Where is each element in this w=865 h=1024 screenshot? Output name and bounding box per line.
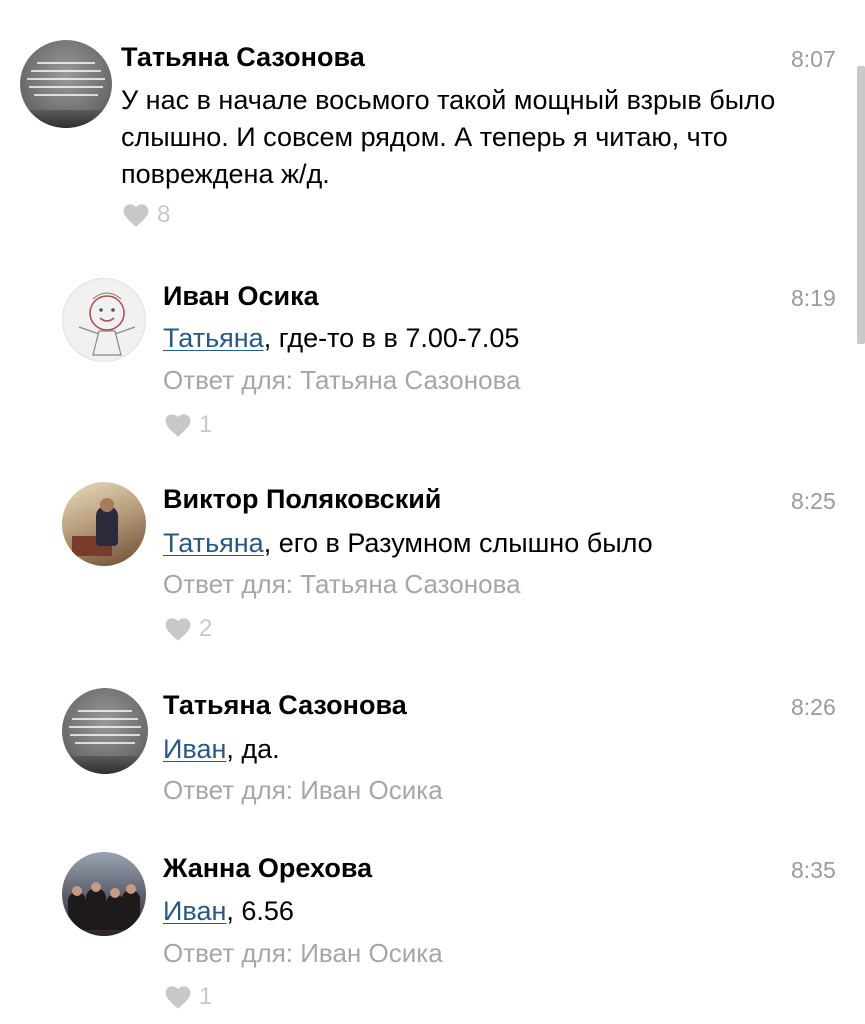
heart-icon — [123, 204, 149, 227]
comment-text: Иван, да. — [163, 731, 823, 768]
comment-time: 8:25 — [791, 488, 836, 514]
comment-body: , 6.56 — [226, 896, 294, 926]
avatar[interactable] — [20, 40, 112, 128]
comment-time: 8:26 — [791, 694, 836, 720]
like-button[interactable]: 1 — [163, 410, 212, 440]
comment-body: , да. — [226, 734, 280, 764]
mention-link[interactable]: Иван — [163, 896, 226, 926]
mention-link[interactable]: Татьяна — [163, 323, 264, 353]
comment-time: 8:35 — [791, 857, 836, 883]
comments-thread: Татьяна Сазонова 8:07 У нас в начале вос… — [0, 0, 865, 1024]
comment-text: У нас в начале восьмого такой мощный взр… — [121, 85, 776, 189]
mention-link[interactable]: Иван — [163, 734, 226, 764]
reply-to-link[interactable]: Ответ для: Иван Осика — [163, 938, 443, 969]
like-count: 2 — [199, 615, 213, 642]
comment-body: , где-то в в 7.00-7.05 — [263, 323, 520, 353]
author-name[interactable]: Иван Осика — [163, 281, 319, 312]
like-count: 8 — [157, 201, 171, 228]
avatar[interactable] — [62, 482, 146, 566]
like-button[interactable]: 8 — [121, 200, 170, 230]
doodle-face-icon — [78, 292, 136, 356]
comment-time: 8:07 — [791, 46, 836, 72]
comment-body: , его в Разумном слышно было — [263, 528, 653, 558]
heart-icon — [165, 618, 191, 641]
avatar[interactable] — [62, 688, 148, 774]
like-count: 1 — [199, 411, 213, 438]
comment-text: Татьяна, где-то в в 7.00-7.05 — [163, 320, 823, 357]
reply-to-link[interactable]: Ответ для: Иван Осика — [163, 775, 443, 806]
author-name[interactable]: Виктор Поляковский — [163, 484, 441, 515]
mention-link[interactable]: Татьяна — [163, 528, 264, 558]
avatar[interactable] — [62, 852, 146, 936]
comment-text: Татьяна, его в Разумном слышно было — [163, 525, 823, 562]
comment-text: Иван, 6.56 — [163, 893, 823, 930]
author-name[interactable]: Татьяна Сазонова — [163, 690, 407, 721]
like-button[interactable]: 2 — [163, 614, 212, 644]
comment-time: 8:19 — [791, 285, 836, 311]
heart-icon — [165, 986, 191, 1009]
like-button[interactable]: 1 — [163, 982, 212, 1012]
author-name[interactable]: Жанна Орехова — [163, 853, 372, 884]
like-count: 1 — [199, 983, 213, 1010]
heart-icon — [165, 414, 191, 437]
avatar[interactable] — [62, 278, 146, 362]
scrollbar[interactable] — [857, 66, 865, 344]
reply-to-link[interactable]: Ответ для: Татьяна Сазонова — [163, 365, 521, 396]
author-name[interactable]: Татьяна Сазонова — [121, 42, 365, 73]
reply-to-link[interactable]: Ответ для: Татьяна Сазонова — [163, 569, 521, 600]
